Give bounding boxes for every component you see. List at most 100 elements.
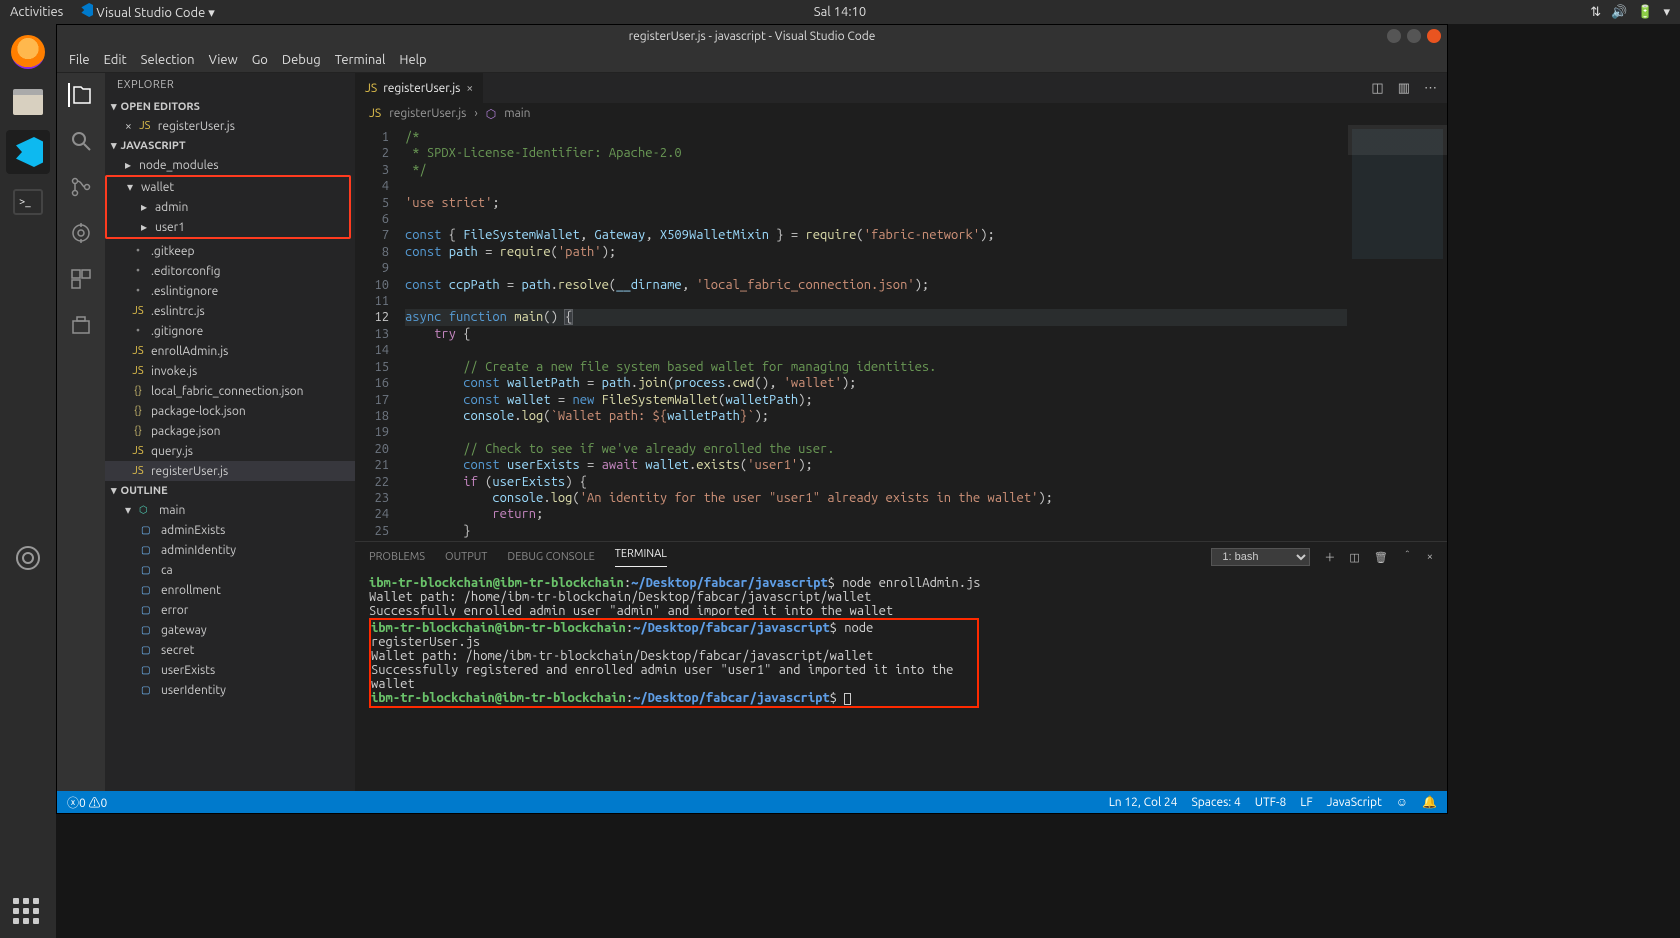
status-language[interactable]: JavaScript bbox=[1327, 796, 1382, 809]
outline-item[interactable]: ▢adminIdentity bbox=[105, 540, 355, 560]
tree-file-label: .gitignore bbox=[151, 325, 203, 338]
terminal[interactable]: ibm-tr-blockchain@ibm-tr-blockchain:~/De… bbox=[355, 572, 1447, 791]
tree-file[interactable]: •.eslintignore bbox=[105, 281, 355, 301]
outline-item[interactable]: ▢error bbox=[105, 600, 355, 620]
menu-view[interactable]: View bbox=[209, 53, 238, 67]
tree-file-label: local_fabric_connection.json bbox=[151, 385, 304, 398]
editor-tab[interactable]: JS registerUser.js × bbox=[355, 73, 484, 103]
status-encoding[interactable]: UTF-8 bbox=[1255, 796, 1286, 809]
power-icon[interactable]: ▾ bbox=[1663, 5, 1670, 20]
open-editors-header[interactable]: OPEN EDITORS bbox=[105, 97, 355, 116]
dock-settings[interactable] bbox=[6, 539, 50, 583]
new-terminal-icon[interactable]: ＋ bbox=[1324, 549, 1335, 565]
dot-icon: • bbox=[131, 265, 145, 277]
network-icon[interactable]: ⇅ bbox=[1590, 5, 1601, 20]
activity-explorer[interactable] bbox=[68, 83, 92, 107]
toggle-panel-icon[interactable]: ▥ bbox=[1398, 81, 1410, 96]
tree-file[interactable]: {}package.json bbox=[105, 421, 355, 441]
outline-root[interactable]: ⬡main bbox=[105, 500, 355, 520]
outline-header[interactable]: OUTLINE bbox=[105, 481, 355, 500]
menu-terminal[interactable]: Terminal bbox=[335, 53, 386, 67]
dock-terminal[interactable]: >_ bbox=[6, 180, 50, 224]
window-close[interactable] bbox=[1427, 29, 1441, 43]
outline-item[interactable]: ▢secret bbox=[105, 640, 355, 660]
activity-search[interactable] bbox=[69, 129, 93, 153]
panel-tab-debug-console[interactable]: DEBUG CONSOLE bbox=[507, 551, 594, 563]
maximize-panel-icon[interactable]: ＾ bbox=[1402, 549, 1413, 565]
panel-tab-problems[interactable]: PROBLEMS bbox=[369, 551, 425, 563]
code-editor[interactable]: /* * SPDX-License-Identifier: Apache-2.0… bbox=[397, 125, 1347, 541]
dock-vscode[interactable] bbox=[6, 130, 50, 174]
titlebar[interactable]: registerUser.js - javascript - Visual St… bbox=[57, 25, 1447, 47]
window-title: registerUser.js - javascript - Visual St… bbox=[629, 30, 876, 43]
tree-file[interactable]: •.gitkeep bbox=[105, 241, 355, 261]
kill-terminal-icon[interactable]: 🗑 bbox=[1374, 551, 1388, 564]
outline-item[interactable]: ▢adminExists bbox=[105, 520, 355, 540]
breadcrumb-file[interactable]: registerUser.js bbox=[389, 107, 466, 120]
menu-debug[interactable]: Debug bbox=[282, 53, 321, 67]
outline-item[interactable]: ▢gateway bbox=[105, 620, 355, 640]
tree-file[interactable]: JSinvoke.js bbox=[105, 361, 355, 381]
status-feedback-icon[interactable]: ☺ bbox=[1396, 795, 1408, 809]
menu-file[interactable]: File bbox=[69, 53, 90, 67]
tree-folder-admin[interactable]: admin bbox=[107, 197, 349, 217]
dock-firefox[interactable] bbox=[6, 30, 50, 74]
tree-file[interactable]: {}local_fabric_connection.json bbox=[105, 381, 355, 401]
tree-file[interactable]: JSenrollAdmin.js bbox=[105, 341, 355, 361]
battery-icon[interactable]: 🔋 bbox=[1637, 5, 1653, 20]
folder-root-header[interactable]: JAVASCRIPT bbox=[105, 136, 355, 155]
tree-folder-wallet[interactable]: wallet bbox=[107, 177, 349, 197]
status-spaces[interactable]: Spaces: 4 bbox=[1191, 796, 1240, 809]
menu-help[interactable]: Help bbox=[399, 53, 426, 67]
activity-extensions[interactable] bbox=[69, 267, 93, 291]
terminal-selector[interactable]: 1: bash bbox=[1211, 548, 1310, 566]
status-position[interactable]: Ln 12, Col 24 bbox=[1109, 796, 1178, 809]
outline-item[interactable]: ▢enrollment bbox=[105, 580, 355, 600]
variable-icon: ▢ bbox=[141, 664, 155, 676]
outline-item[interactable]: ▢ca bbox=[105, 560, 355, 580]
status-eol[interactable]: LF bbox=[1300, 796, 1312, 809]
status-errors[interactable]: ⓧ0 ⚠0 bbox=[67, 794, 107, 811]
activity-blockchain[interactable] bbox=[69, 313, 93, 337]
tree-file[interactable]: JSregisterUser.js bbox=[105, 461, 355, 481]
close-icon[interactable]: × bbox=[466, 82, 473, 95]
volume-icon[interactable]: 🔊 bbox=[1611, 5, 1627, 20]
more-actions-icon[interactable]: ⋯ bbox=[1424, 81, 1437, 96]
tree-folder-user1[interactable]: user1 bbox=[107, 217, 349, 237]
dot-icon: • bbox=[131, 325, 145, 337]
split-terminal-icon[interactable]: ◫ bbox=[1349, 551, 1359, 564]
tree-file[interactable]: • .gitignore bbox=[105, 321, 355, 341]
line-number-gutter[interactable]: 1234567891011121314151617181920212223242… bbox=[355, 125, 397, 541]
activity-debug[interactable] bbox=[69, 221, 93, 245]
panel-tab-terminal[interactable]: TERMINAL bbox=[615, 548, 667, 567]
outline-item[interactable]: ▢userExists bbox=[105, 660, 355, 680]
outline-item[interactable]: ▢userIdentity bbox=[105, 680, 355, 700]
activities-button[interactable]: Activities bbox=[10, 5, 63, 19]
dock-show-apps[interactable] bbox=[13, 898, 43, 928]
js-icon: JS bbox=[131, 445, 145, 457]
app-menu[interactable]: Visual Studio Code ▾ bbox=[79, 3, 214, 21]
dock-files[interactable] bbox=[6, 80, 50, 124]
window-maximize[interactable] bbox=[1407, 29, 1421, 43]
tree-file[interactable]: JSquery.js bbox=[105, 441, 355, 461]
menu-selection[interactable]: Selection bbox=[141, 53, 195, 67]
split-editor-icon[interactable]: ◫ bbox=[1371, 81, 1383, 96]
clock[interactable]: Sal 14:10 bbox=[814, 5, 866, 19]
window-minimize[interactable] bbox=[1387, 29, 1401, 43]
close-icon[interactable]: × bbox=[125, 120, 132, 133]
close-panel-icon[interactable]: × bbox=[1427, 551, 1433, 563]
panel-tab-output[interactable]: OUTPUT bbox=[445, 551, 487, 563]
status-bell-icon[interactable]: 🔔 bbox=[1422, 795, 1437, 809]
tree-file[interactable]: JS.eslintrc.js bbox=[105, 301, 355, 321]
minimap[interactable] bbox=[1347, 125, 1447, 541]
open-editor-item[interactable]: × JS registerUser.js bbox=[105, 116, 355, 136]
menu-go[interactable]: Go bbox=[252, 53, 268, 67]
menu-edit[interactable]: Edit bbox=[104, 53, 127, 67]
breadcrumb-symbol[interactable]: main bbox=[504, 107, 530, 120]
tree-file[interactable]: •.editorconfig bbox=[105, 261, 355, 281]
breadcrumb[interactable]: JS registerUser.js › ⬡ main bbox=[355, 103, 1447, 125]
tree-file[interactable]: {}package-lock.json bbox=[105, 401, 355, 421]
tree-file-label: enrollAdmin.js bbox=[151, 345, 228, 358]
tree-folder-node-modules[interactable]: node_modules bbox=[105, 155, 355, 175]
activity-scm[interactable] bbox=[69, 175, 93, 199]
